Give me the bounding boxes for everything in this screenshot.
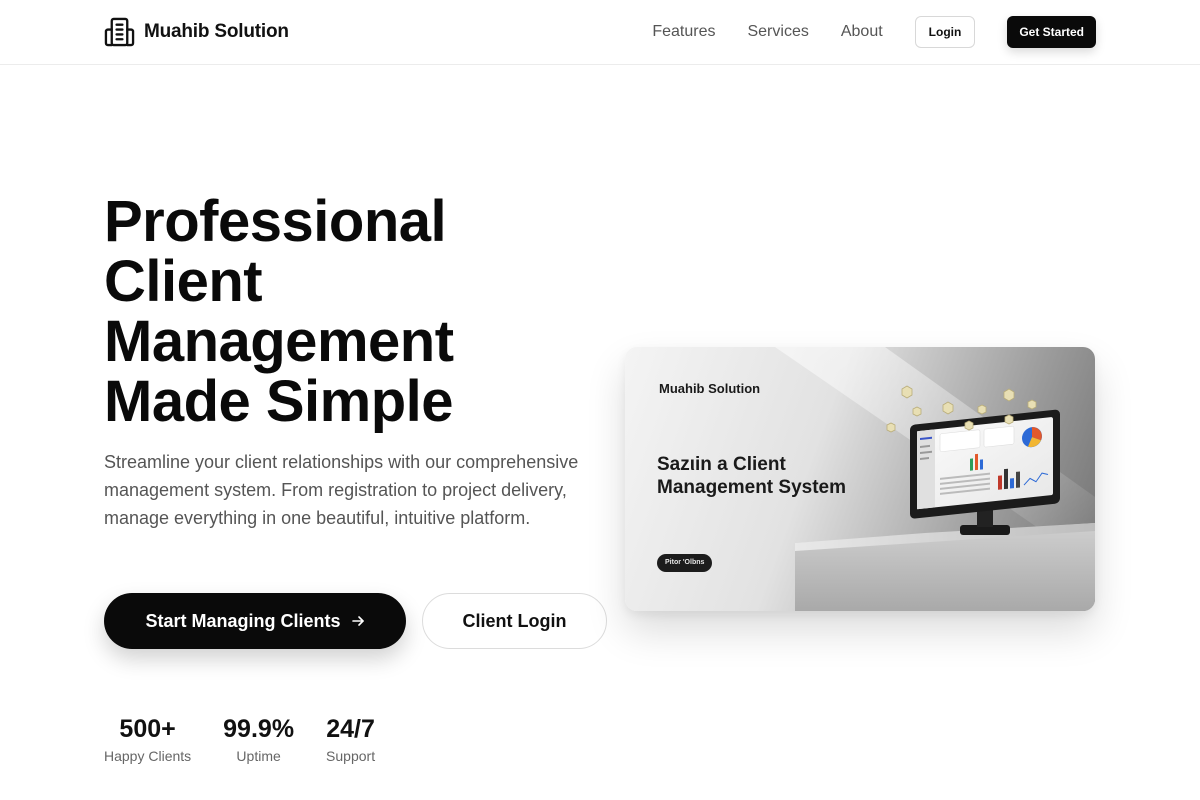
nav-link-about[interactable]: About (841, 23, 883, 41)
building-icon (104, 17, 135, 47)
hero-title-line: Client (104, 249, 263, 314)
image-headline: Sazιin a Client Management System (657, 453, 897, 499)
hero-image: Muahib Solution Sazιin a Client Manageme… (625, 347, 1095, 611)
main-nav: Features Services About Login Get Starte… (652, 16, 1096, 48)
stat-label: Happy Clients (104, 748, 192, 764)
stat-label: Uptime (236, 748, 281, 764)
image-headline-line: Sazιin a Client (657, 454, 786, 475)
stat-happy-clients: 500+ Happy Clients (104, 714, 191, 766)
image-brand-text: Muahib Solution (659, 381, 761, 396)
nav-link-services[interactable]: Services (747, 23, 808, 41)
hero-title-line: Management (104, 309, 454, 374)
get-started-button[interactable]: Get Started (1007, 16, 1096, 48)
stats-row: 500+ Happy Clients 99.9% Uptime 24/7 Sup… (104, 714, 375, 766)
hero-subtitle: Streamline your client relationships wit… (104, 452, 579, 528)
stat-uptime: 99.9% Uptime (223, 714, 294, 766)
stat-value: 24/7 (326, 715, 375, 743)
hero-title-line: Professional (104, 189, 447, 254)
stat-value: 99.9% (223, 715, 295, 743)
nav-link-features[interactable]: Features (652, 23, 715, 41)
hero-title-line: Made Simple (104, 369, 454, 434)
start-managing-clients-button[interactable]: Start Managing Clients (104, 593, 406, 649)
login-button[interactable]: Login (914, 16, 976, 48)
navbar: Muahib Solution Features Services About … (0, 0, 1200, 65)
stat-value: 500+ (119, 715, 176, 743)
brand-logo[interactable]: Muahib Solution (104, 16, 289, 47)
image-pill-badge: Pitor 'Olbns (657, 554, 713, 572)
brand-name: Muahib Solution (144, 20, 289, 42)
client-login-button[interactable]: Client Login (422, 593, 607, 649)
hero-title: Professional Client Management Made Simp… (104, 192, 564, 432)
stat-support: 24/7 Support (326, 714, 375, 766)
stat-label: Support (326, 748, 376, 764)
arrow-right-icon (351, 616, 364, 626)
start-managing-clients-label: Start Managing Clients (145, 610, 341, 631)
client-login-label: Client Login (462, 610, 567, 631)
image-headline-line: Management System (657, 477, 847, 498)
